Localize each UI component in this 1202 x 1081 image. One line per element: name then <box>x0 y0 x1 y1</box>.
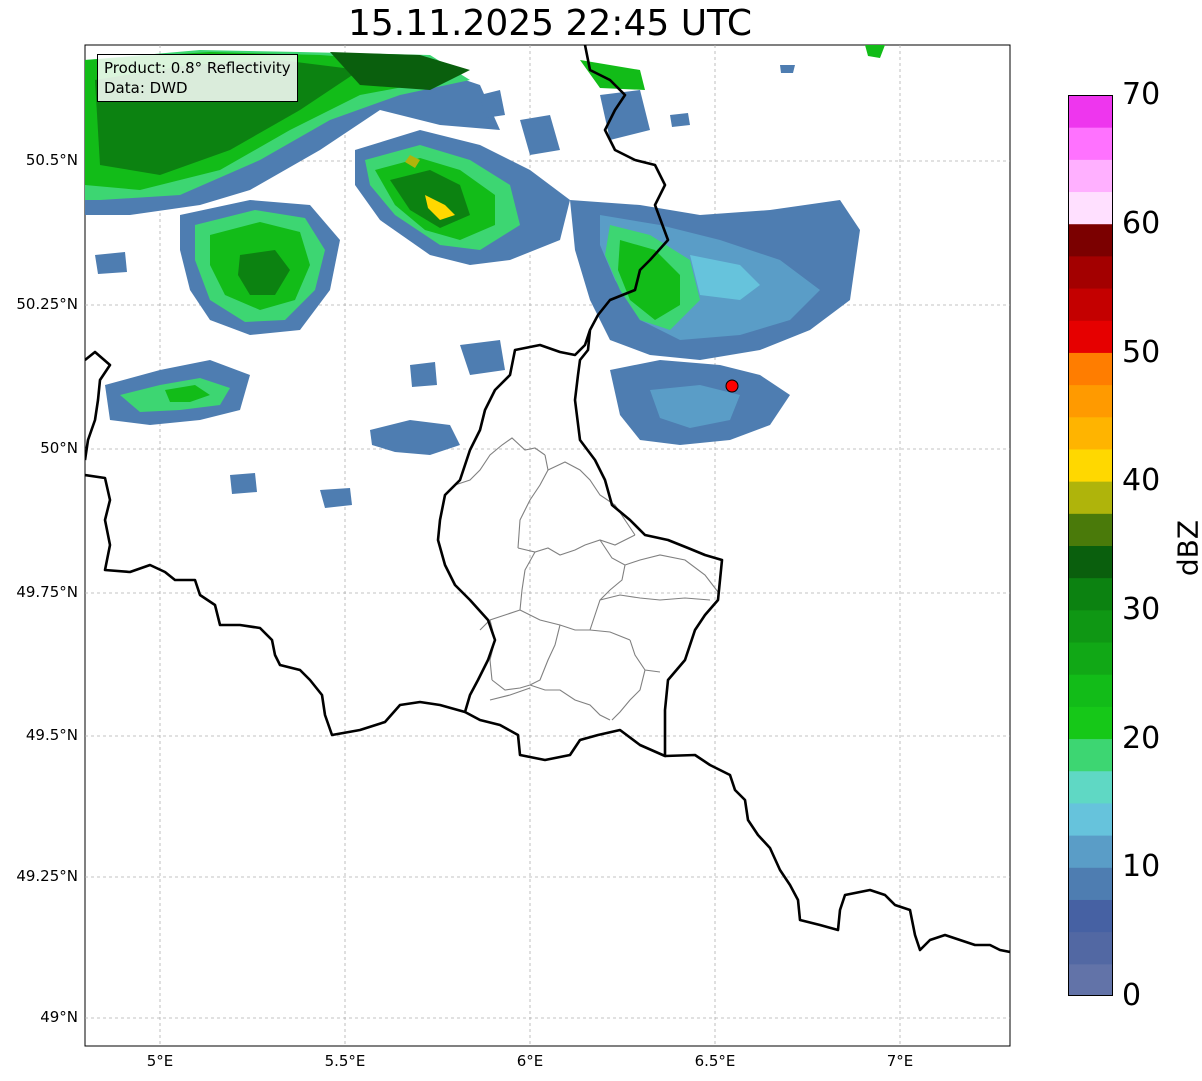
colorbar-segment <box>1068 255 1113 289</box>
lat-tick-49.75: 49.75°N <box>16 583 78 601</box>
radar-map <box>84 44 1011 1047</box>
colorbar-tick-20: 20 <box>1122 720 1161 756</box>
lon-tick-6: 6°E <box>516 1052 544 1070</box>
colorbar-segment <box>1068 513 1113 546</box>
colorbar-segment <box>1068 867 1113 900</box>
colorbar-segment <box>1068 835 1113 868</box>
colorbar-tick-0: 0 <box>1122 977 1142 1013</box>
product-label: Product: 0.8° Reflectivity <box>104 59 291 77</box>
colorbar-tick-60: 60 <box>1122 205 1161 241</box>
product-info-box: Product: 0.8° Reflectivity Data: DWD <box>97 54 298 102</box>
lon-tick-5.5: 5.5°E <box>324 1052 366 1070</box>
lon-tick-7: 7°E <box>886 1052 914 1070</box>
colorbar-segment <box>1068 191 1113 225</box>
colorbar-segment <box>1068 481 1113 514</box>
colorbar-segment <box>1068 577 1113 611</box>
colorbar-segment <box>1068 706 1113 740</box>
colorbar-segment <box>1068 609 1113 643</box>
colorbar-tick-70: 70 <box>1122 76 1161 112</box>
lat-tick-50: 50°N <box>40 439 78 457</box>
lat-tick-50.5: 50.5°N <box>25 151 78 169</box>
lon-tick-6.5: 6.5°E <box>694 1052 736 1070</box>
colorbar-tick-40: 40 <box>1122 462 1161 498</box>
colorbar-segment <box>1068 320 1113 353</box>
data-source-label: Data: DWD <box>104 79 188 97</box>
lat-tick-49.25: 49.25°N <box>16 867 78 885</box>
colorbar-segment <box>1068 159 1113 193</box>
colorbar-segment <box>1068 642 1113 675</box>
colorbar-segment <box>1068 963 1113 996</box>
colorbar-segment <box>1068 770 1113 804</box>
colorbar-segment <box>1068 223 1113 257</box>
location-marker <box>725 379 739 393</box>
lat-tick-49: 49°N <box>40 1008 78 1026</box>
colorbar-tick-50: 50 <box>1122 334 1161 370</box>
colorbar-segment <box>1068 931 1113 965</box>
colorbar-segment <box>1068 384 1113 418</box>
colorbar-unit-label: dBZ <box>1171 519 1202 577</box>
colorbar-segment <box>1068 127 1113 160</box>
colorbar-segment <box>1068 416 1113 450</box>
colorbar <box>1068 95 1113 996</box>
colorbar-segment <box>1068 738 1113 772</box>
colorbar-segment <box>1068 674 1113 707</box>
colorbar-segment <box>1068 288 1113 321</box>
colorbar-segment <box>1068 95 1113 128</box>
colorbar-segment <box>1068 899 1113 933</box>
colorbar-segment <box>1068 802 1113 836</box>
colorbar-tick-30: 30 <box>1122 591 1161 627</box>
colorbar-tick-10: 10 <box>1122 848 1161 884</box>
lat-tick-49.5: 49.5°N <box>25 726 78 744</box>
colorbar-segment <box>1068 448 1113 482</box>
colorbar-segment <box>1068 352 1113 386</box>
lat-tick-50.25: 50.25°N <box>16 295 78 313</box>
colorbar-segment <box>1068 545 1113 579</box>
lon-tick-5: 5°E <box>146 1052 174 1070</box>
